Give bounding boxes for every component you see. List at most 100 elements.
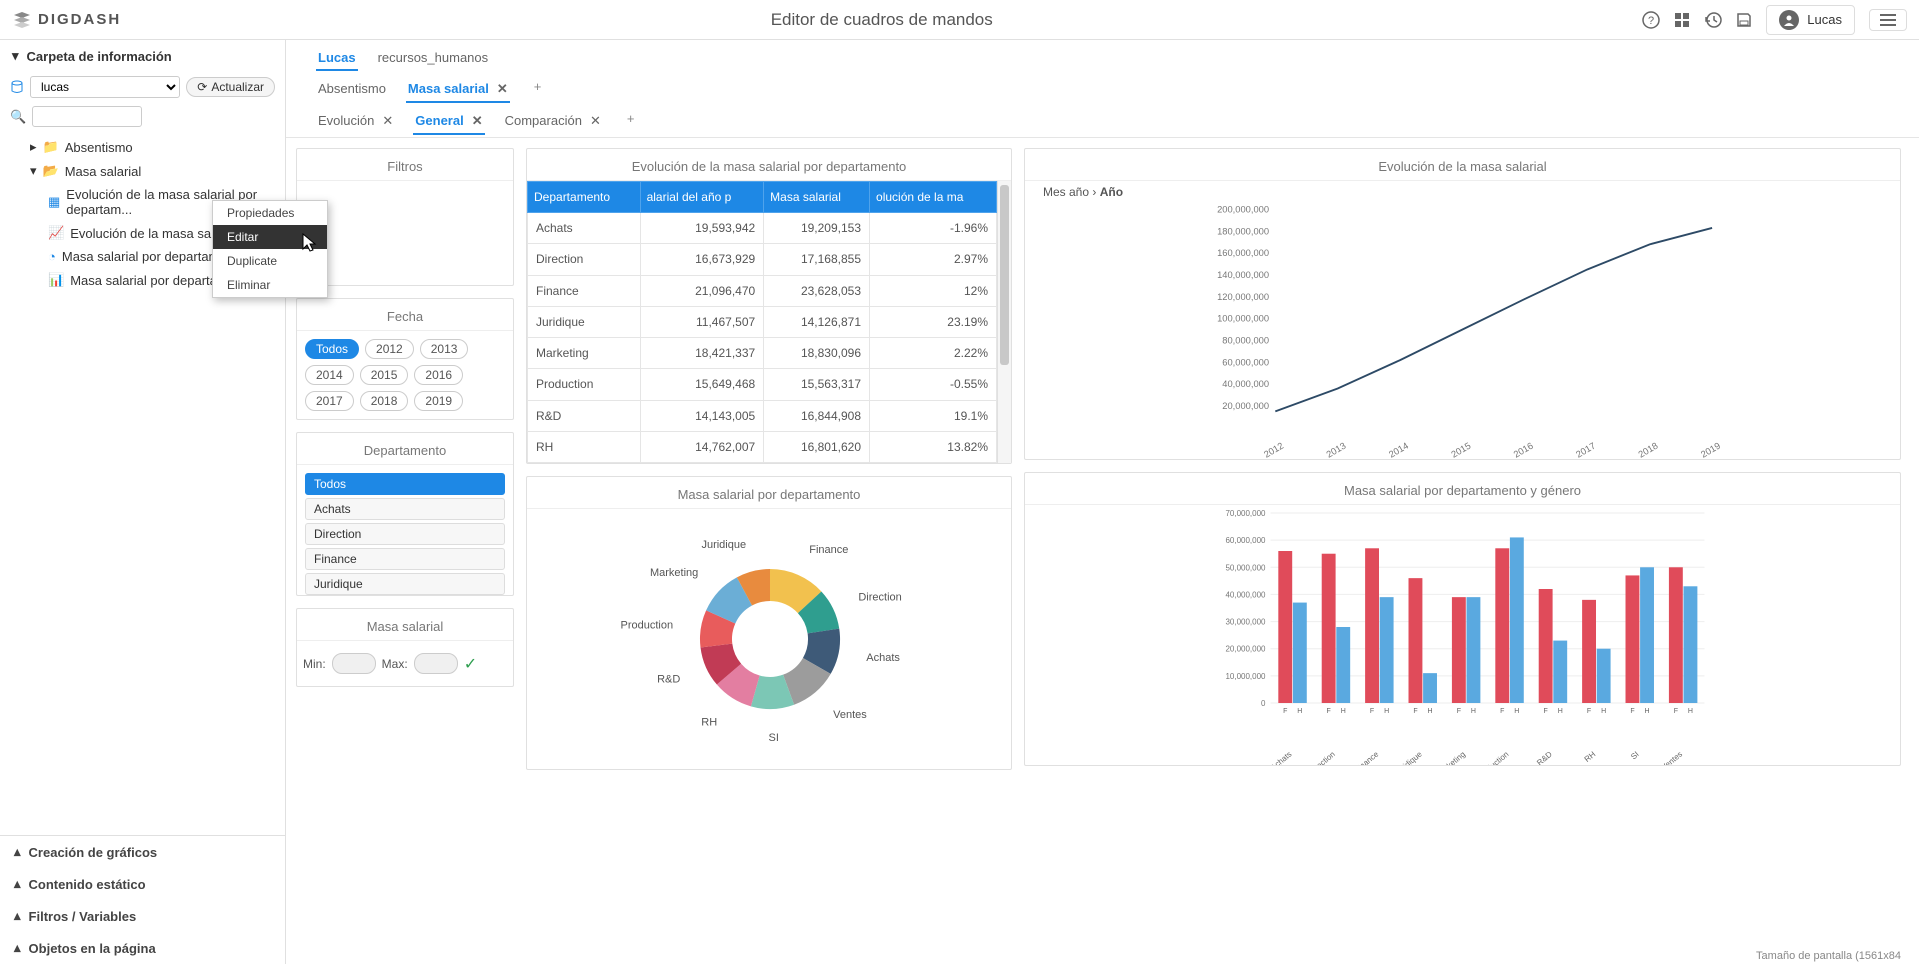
folder-icon: 📁 [43,139,59,155]
svg-text:160,000,000: 160,000,000 [1217,248,1269,258]
tab-absentismo[interactable]: Absentismo [316,77,388,103]
svg-text:180,000,000: 180,000,000 [1217,226,1269,236]
chart-breadcrumb[interactable]: Mes año › Año [1025,181,1900,199]
db-icon [10,80,24,94]
sidebar-section-estatico[interactable]: ▴Contenido estático [0,868,285,900]
close-icon[interactable]: ✕ [382,113,393,128]
panel-range: Masa salarial Min: Max: ✓ [296,608,514,687]
chip-2013[interactable]: 2013 [420,339,469,359]
sidebar-header[interactable]: ▾ Carpeta de información [0,40,285,72]
svg-text:H: H [1471,708,1476,715]
svg-text:200,000,000: 200,000,000 [1217,205,1269,215]
close-icon[interactable]: ✕ [472,113,483,128]
panel-filtros: Filtros [296,148,514,286]
svg-text:H: H [1428,708,1433,715]
table-header[interactable]: Masa salarial [764,182,870,213]
tab-general[interactable]: General✕ [413,109,484,135]
close-icon[interactable]: ✕ [590,113,601,128]
sidebar-section-objetos[interactable]: ▴Objetos en la página [0,932,285,964]
panel-title: Fecha [297,299,513,331]
context-menu-item-propiedades[interactable]: Propiedades [213,201,327,225]
close-icon[interactable]: ✕ [497,81,508,96]
chip-2016[interactable]: 2016 [414,365,463,385]
chip-2017[interactable]: 2017 [305,391,354,411]
tab-comparacion[interactable]: Comparación✕ [503,109,603,135]
chip-2019[interactable]: 2019 [414,391,463,411]
table-header[interactable]: alarial del año p [640,182,764,213]
table-row[interactable]: R&D14,143,00516,844,90819.1% [528,400,997,431]
svg-text:Production: Production [621,619,674,631]
chip-2015[interactable]: 2015 [360,365,409,385]
page-title: Editor de cuadros de mandos [121,10,1642,30]
svg-text:Production: Production [1475,750,1510,765]
refresh-button[interactable]: ⟳ Actualizar [186,77,275,97]
context-menu-item-duplicate[interactable]: Duplicate [213,249,327,273]
panel-bar: Masa salarial por departamento y género … [1024,472,1901,766]
context-menu-item-eliminar[interactable]: Eliminar [213,273,327,297]
svg-text:2018: 2018 [1637,441,1660,459]
panel-title: Evolución de la masa salarial por depart… [527,149,1011,181]
tab-masa-salarial[interactable]: Masa salarial✕ [406,77,510,103]
tree-folder-absentismo[interactable]: ▸ 📁 Absentismo [0,135,285,159]
help-icon[interactable]: ? [1642,11,1660,29]
svg-text:50,000,000: 50,000,000 [1225,563,1266,572]
table-row[interactable]: Marketing18,421,33718,830,0962.22% [528,338,997,369]
table-row[interactable]: Finance21,096,47023,628,05312% [528,275,997,306]
context-menu: PropiedadesEditarDuplicateEliminar [212,200,328,298]
datasource-select[interactable]: lucas [30,76,180,98]
svg-text:SI: SI [1629,750,1641,762]
svg-text:70,000,000: 70,000,000 [1225,509,1266,518]
save-icon[interactable] [1736,12,1752,28]
dept-item[interactable]: Finance [305,548,505,570]
table-row[interactable]: RH14,762,00716,801,62013.82% [528,431,997,462]
tree-folder-masa-salarial[interactable]: ▾ 📂 Masa salarial [0,159,285,183]
scrollbar[interactable] [997,181,1011,463]
tab-evolucion[interactable]: Evolución✕ [316,109,395,135]
svg-text:H: H [1341,708,1346,715]
table-header[interactable]: Departamento [528,182,641,213]
chip-todos[interactable]: Todos [305,339,359,359]
user-menu[interactable]: Lucas [1766,5,1855,35]
chevron-up-icon: ▴ [14,908,21,924]
table-header[interactable]: olución de la ma [870,182,997,213]
svg-text:10,000,000: 10,000,000 [1225,672,1266,681]
svg-text:Direction: Direction [1307,750,1337,765]
svg-text:0: 0 [1261,699,1266,708]
sidebar-search-input[interactable] [32,106,142,127]
tabs-row-2: Absentismo Masa salarial✕ + [286,71,1919,103]
max-input[interactable] [414,653,458,674]
user-name: Lucas [1807,12,1842,27]
main-area: Lucas recursos_humanos Absentismo Masa s… [286,40,1919,964]
panel-donut: Masa salarial por departamento FinanceDi… [526,476,1012,770]
sidebar-section-filtros[interactable]: ▴Filtros / Variables [0,900,285,932]
context-menu-item-editar[interactable]: Editar [213,225,327,249]
dept-item[interactable]: Achats [305,498,505,520]
chip-2018[interactable]: 2018 [360,391,409,411]
table-row[interactable]: Production15,649,46815,563,317-0.55% [528,369,997,400]
table-row[interactable]: Direction16,673,92917,168,8552.97% [528,244,997,275]
search-icon[interactable]: 🔍 [10,109,26,125]
tab-lucas[interactable]: Lucas [316,46,358,71]
table-row[interactable]: Juridique11,467,50714,126,87123.19% [528,306,997,337]
add-tab-button[interactable]: + [528,77,548,103]
tab-recursos[interactable]: recursos_humanos [376,46,491,71]
svg-text:RH: RH [1583,749,1598,763]
dept-item[interactable]: Todos [305,473,505,495]
dept-item[interactable]: Juridique [305,573,505,595]
hamburger-menu[interactable] [1869,9,1907,31]
grid-icon[interactable] [1674,12,1690,28]
chip-2014[interactable]: 2014 [305,365,354,385]
panel-title: Evolución de la masa salarial [1025,149,1900,181]
sidebar-section-graficos[interactable]: ▴Creación de gráficos [0,836,285,868]
min-input[interactable] [332,653,376,674]
table-row[interactable]: Achats19,593,94219,209,153-1.96% [528,213,997,244]
chevron-up-icon: ▴ [14,876,21,892]
svg-text:100,000,000: 100,000,000 [1217,314,1269,324]
history-icon[interactable] [1704,11,1722,29]
add-tab-button[interactable]: + [621,109,641,135]
chip-2012[interactable]: 2012 [365,339,414,359]
dept-item[interactable]: Direction [305,523,505,545]
data-table: Departamentoalarial del año pMasa salari… [527,181,997,463]
check-icon[interactable]: ✓ [464,654,477,674]
svg-text:40,000,000: 40,000,000 [1222,379,1269,389]
